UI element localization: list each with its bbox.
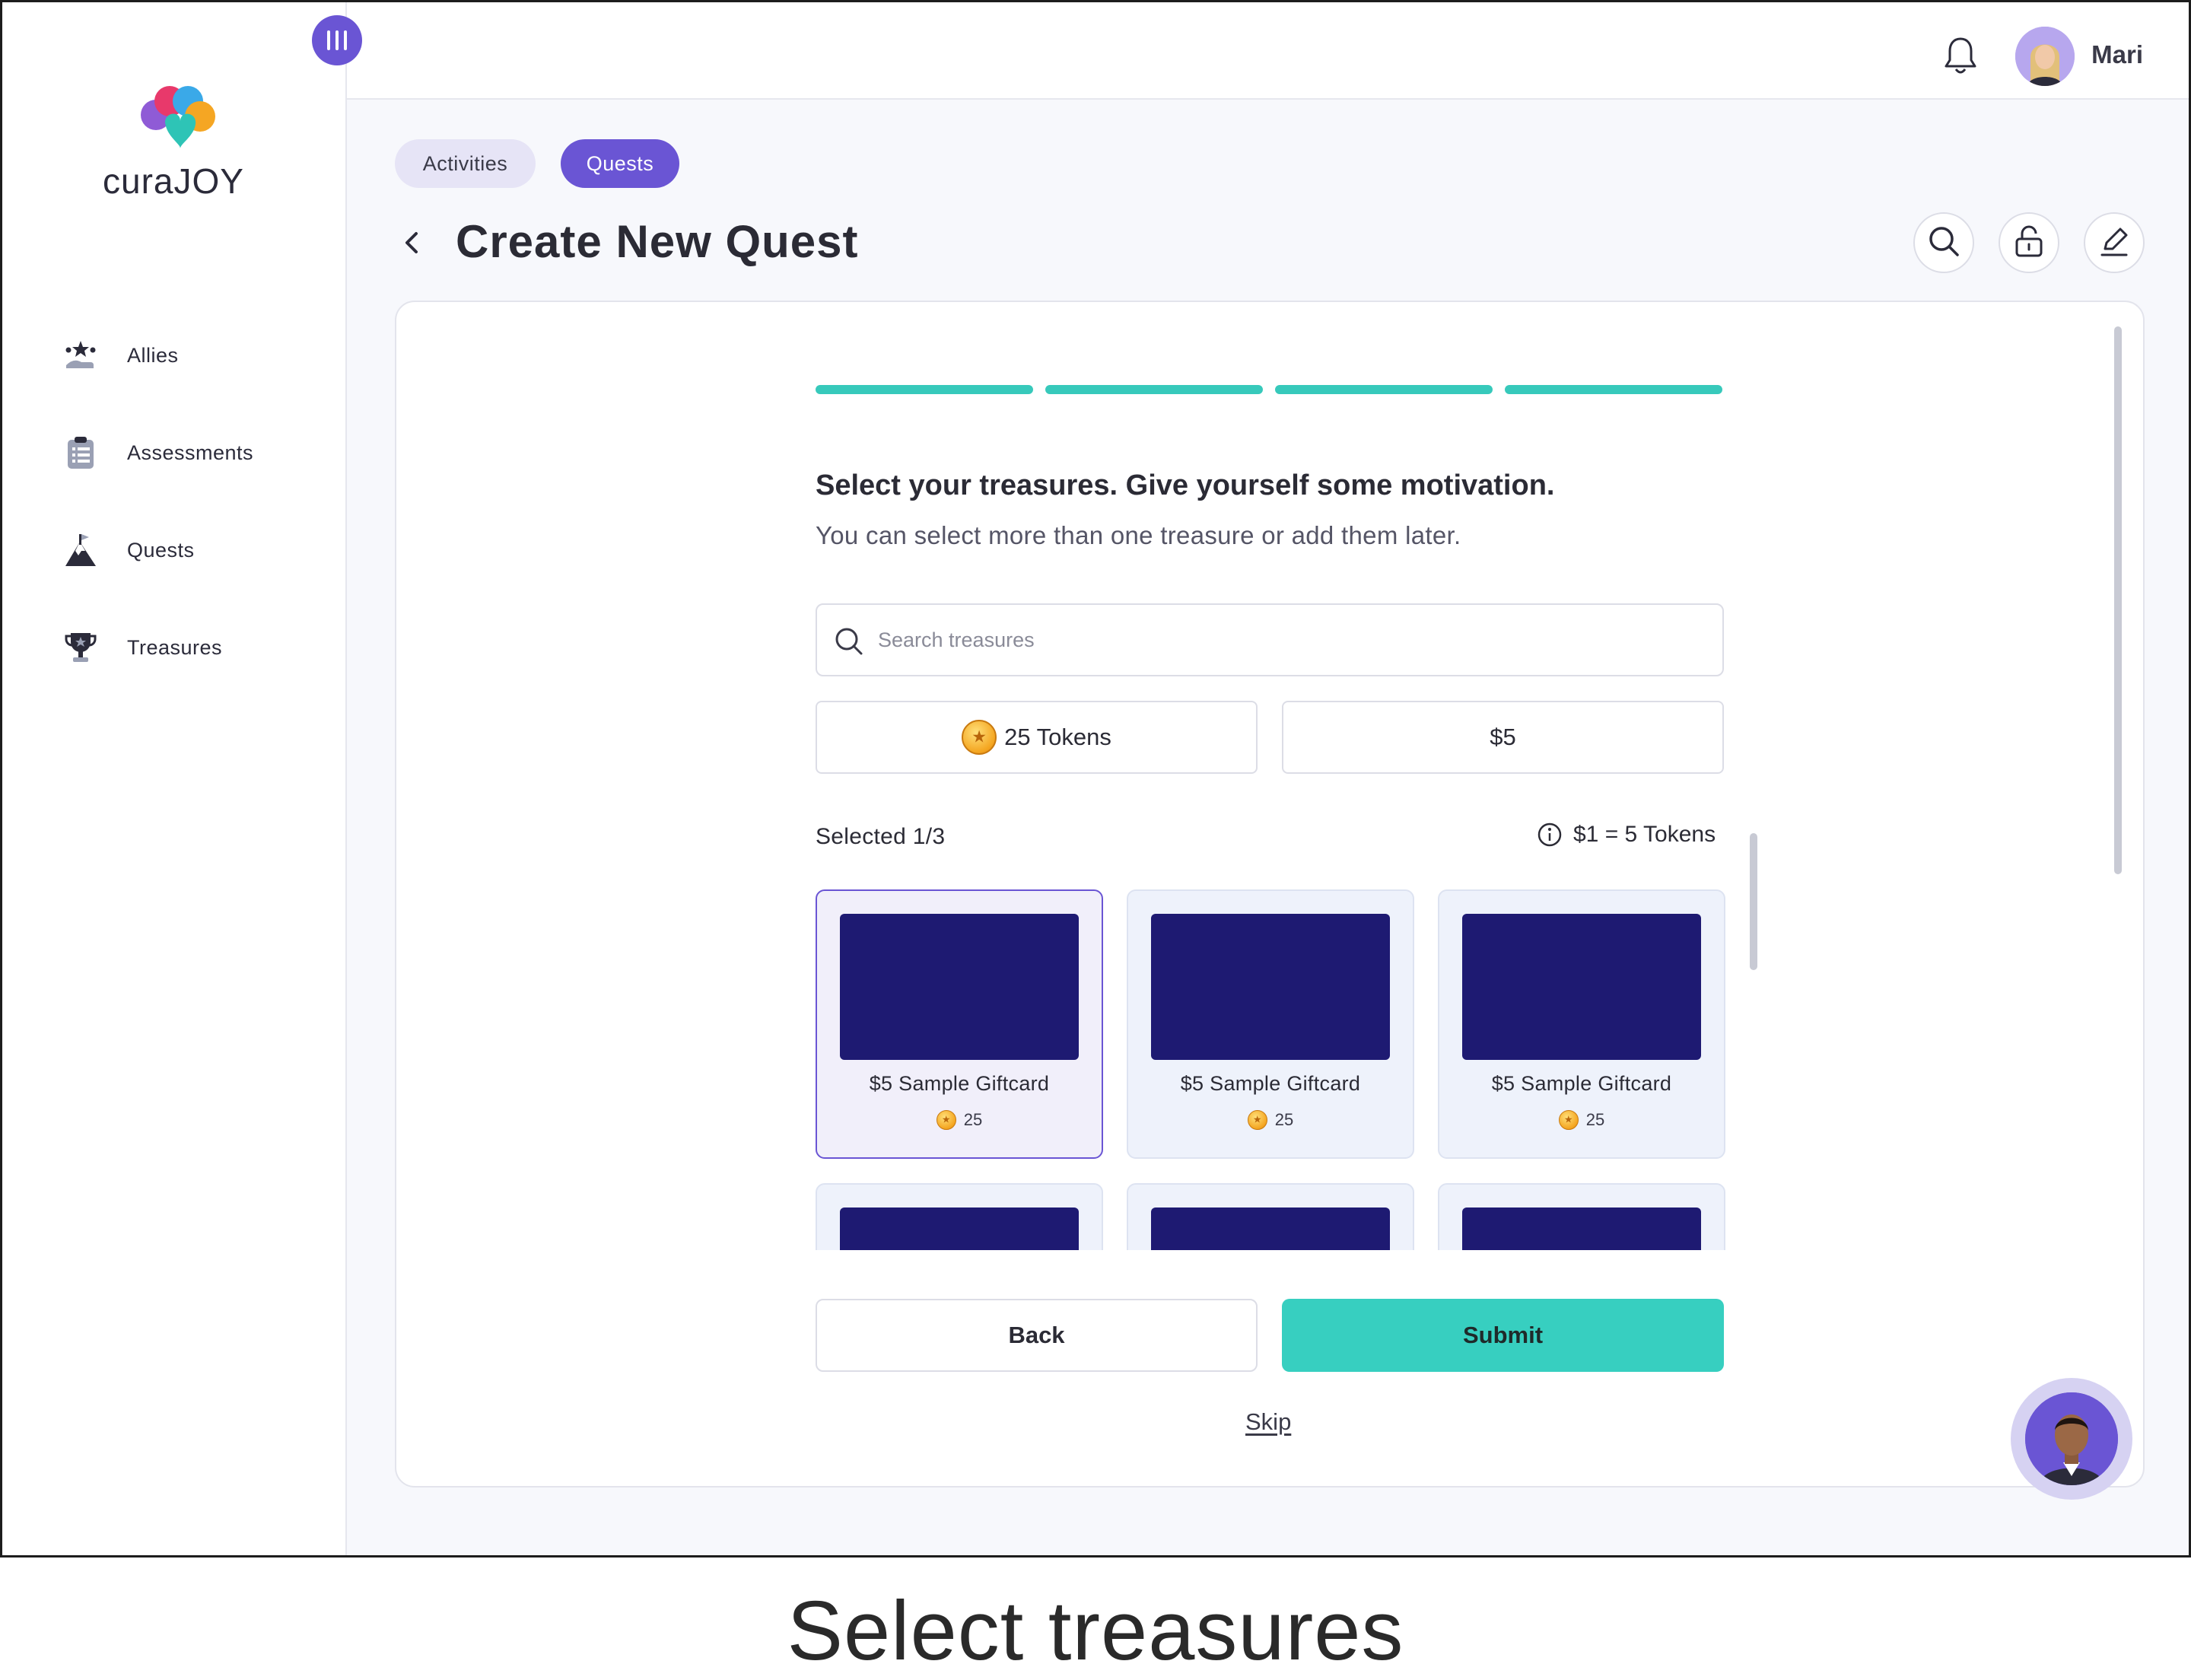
treasure-name: $5 Sample Giftcard [1491, 1072, 1672, 1095]
progress-step [816, 385, 1033, 394]
treasure-list-scrollbar[interactable] [1750, 833, 1757, 970]
token-coin-icon [936, 1110, 956, 1130]
token-rate: $1 = 5 Tokens [1537, 822, 1716, 848]
logo-text: curaJOY [103, 161, 244, 201]
progress-step [1275, 385, 1493, 394]
search-icon [832, 625, 866, 658]
caption: Select treasures [787, 1584, 1404, 1678]
back-chevron-icon[interactable] [401, 229, 424, 256]
treasure-card[interactable]: $5 Sample Giftcard 25 [1127, 889, 1414, 1159]
treasure-card[interactable]: $5 Sample Giftcard 25 [1438, 889, 1725, 1159]
trophy-icon [63, 630, 98, 665]
assistant-avatar [2025, 1392, 2118, 1485]
sidebar-item-label: Allies [127, 343, 179, 367]
sidebar-collapse-button[interactable] [312, 15, 362, 65]
tab-quests[interactable]: Quests [561, 139, 679, 188]
topbar: Mari [347, 2, 2189, 100]
treasure-image [1151, 914, 1390, 1060]
treasure-image [1151, 1208, 1390, 1250]
notification-bell-icon[interactable] [1944, 36, 1977, 77]
logo-mark-icon [133, 83, 224, 159]
treasure-image [840, 914, 1079, 1060]
step-subheading: You can select more than one treasure or… [816, 521, 1461, 549]
treasure-cost-value: 25 [963, 1110, 983, 1129]
sidebar-item-label: Treasures [127, 635, 223, 659]
search-input[interactable] [878, 605, 1707, 675]
sidebar-item-treasures[interactable]: Treasures [63, 599, 253, 696]
filter-tokens-button[interactable]: 25 Tokens [816, 701, 1258, 774]
user-avatar[interactable] [2015, 27, 2075, 86]
wizard-progress [816, 385, 1722, 394]
token-coin-icon [1247, 1110, 1267, 1130]
sidebar-item-label: Assessments [127, 441, 254, 464]
sidebar-item-quests[interactable]: Quests [63, 501, 253, 599]
card-scrollbar[interactable] [2114, 326, 2122, 874]
treasure-cost-value: 25 [1585, 1110, 1605, 1129]
treasure-cost-value: 25 [1274, 1110, 1294, 1129]
sidebar: curaJOY Allies Assessments Quests Treasu… [2, 2, 347, 1555]
treasure-grid: $5 Sample Giftcard 25 $5 Sample Giftcard… [816, 889, 1725, 1250]
clipboard-icon [63, 435, 98, 470]
back-button[interactable]: Back [816, 1299, 1258, 1372]
selected-count: Selected 1/3 [816, 824, 946, 849]
treasure-image [1462, 1208, 1701, 1250]
treasure-image [840, 1208, 1079, 1250]
treasure-search[interactable] [816, 603, 1724, 676]
sidebar-nav: Allies Assessments Quests Treasures [63, 307, 253, 696]
assistant-avatar-button[interactable] [2011, 1378, 2132, 1500]
sidebar-item-assessments[interactable]: Assessments [63, 404, 253, 501]
page-title: Create New Quest [456, 216, 859, 267]
treasure-image [1462, 914, 1701, 1060]
filter-dollar-button[interactable]: $5 [1282, 701, 1724, 774]
progress-step [1505, 385, 1722, 394]
step-heading: Select your treasures. Give yourself som… [816, 469, 1555, 501]
unlock-button[interactable] [1999, 212, 2059, 273]
mountain-flag-icon [63, 533, 98, 568]
tab-activities[interactable]: Activities [395, 139, 536, 188]
sidebar-item-allies[interactable]: Allies [63, 307, 253, 404]
token-coin-icon [1558, 1110, 1579, 1130]
user-name[interactable]: Mari [2091, 40, 2143, 69]
edit-button[interactable] [2084, 212, 2145, 273]
filter-tokens-label: 25 Tokens [1004, 724, 1111, 750]
curajoy-logo[interactable]: curaJOY [103, 83, 247, 202]
token-rate-label: $1 = 5 Tokens [1573, 822, 1716, 847]
treasure-name: $5 Sample Giftcard [1180, 1072, 1361, 1095]
submit-button[interactable]: Submit [1282, 1299, 1724, 1372]
skip-link[interactable]: Skip [1245, 1408, 1291, 1436]
search-button[interactable] [1913, 212, 1974, 273]
treasure-card[interactable] [1438, 1183, 1725, 1250]
treasure-card[interactable] [1127, 1183, 1414, 1250]
bars-icon [327, 30, 330, 50]
allies-icon [63, 338, 98, 373]
treasure-card[interactable] [816, 1183, 1103, 1250]
treasure-cost: 25 [817, 1110, 1102, 1130]
token-coin-icon [962, 720, 997, 755]
unlock-icon [2012, 224, 2046, 262]
progress-step [1045, 385, 1263, 394]
sidebar-item-label: Quests [127, 538, 195, 562]
info-icon[interactable] [1537, 822, 1563, 848]
treasure-cost: 25 [1439, 1110, 1724, 1130]
treasure-cost: 25 [1128, 1110, 1413, 1130]
pencil-icon [2097, 224, 2131, 262]
filter-dollar-label: $5 [1490, 724, 1516, 750]
search-icon [1927, 224, 1960, 262]
app-window: curaJOY Allies Assessments Quests Treasu… [0, 0, 2191, 1558]
treasure-card-selected[interactable]: $5 Sample Giftcard 25 [816, 889, 1103, 1159]
treasure-name: $5 Sample Giftcard [869, 1072, 1050, 1095]
